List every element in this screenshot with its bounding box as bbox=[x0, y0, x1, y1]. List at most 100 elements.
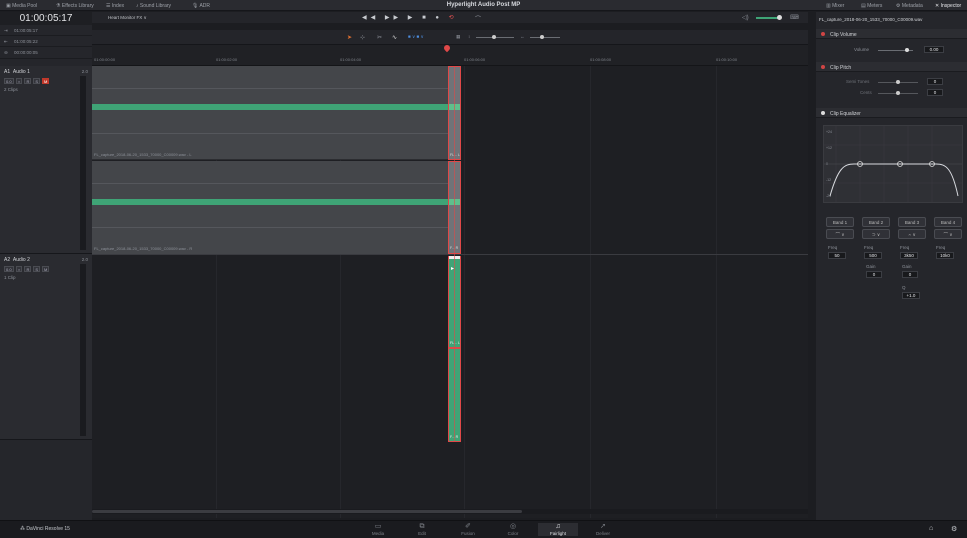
eq-band-2-filter-dropdown[interactable]: ⊃ ∨ bbox=[862, 229, 890, 239]
transport-bar: Heart Monitor FX ∨ ◀◀ ▶▶ ▶ ■ ● ⟲ ⌒ ◁) ⌨ bbox=[92, 12, 808, 23]
track-a1-automation-button[interactable]: ∩ bbox=[15, 78, 23, 84]
clip-equalizer-header[interactable]: Clip Equalizer bbox=[816, 108, 967, 118]
eq-band-2-button[interactable]: Band 2 bbox=[862, 217, 890, 227]
track-a1-solo-button[interactable]: S bbox=[33, 78, 40, 84]
tab-media[interactable]: ▭ Media bbox=[358, 523, 398, 536]
band-3-freq-value[interactable]: 3k50 bbox=[900, 252, 918, 259]
volume-knob[interactable] bbox=[905, 48, 909, 52]
enable-icon[interactable] bbox=[821, 111, 825, 115]
semi-tones-knob[interactable] bbox=[896, 80, 900, 84]
timecode-display: 01:00:05:17 bbox=[0, 12, 92, 25]
band-3-q-value[interactable]: +1.0 bbox=[902, 292, 920, 299]
timeline-area[interactable]: FL_capture_2018-06-20_1533_70000_C00009.… bbox=[92, 66, 808, 518]
band-4-freq-value[interactable]: 10k0 bbox=[936, 252, 954, 259]
band-2-freq-value[interactable]: 500 bbox=[864, 252, 882, 259]
tab-fairlight[interactable]: ♫ Fairlight bbox=[538, 523, 578, 536]
semi-tones-value[interactable]: 0 bbox=[927, 78, 943, 85]
zoom-knob[interactable] bbox=[492, 35, 496, 39]
duration-icon: ⊖ bbox=[4, 50, 8, 55]
track-a2-mute-button[interactable]: M bbox=[42, 266, 50, 272]
band-2-gain-label: Gain bbox=[866, 264, 876, 269]
track-a1-name: A1 Audio 1 bbox=[4, 69, 30, 75]
loop-icon[interactable]: ⟲ bbox=[449, 15, 458, 21]
eq-curve bbox=[824, 126, 962, 202]
range-tool-icon[interactable]: ⊹ bbox=[360, 34, 365, 41]
scrollbar-thumb[interactable] bbox=[92, 510, 522, 513]
cents-value[interactable]: 0 bbox=[927, 89, 943, 96]
track-a1-meter bbox=[80, 76, 86, 250]
band-2-freq-label: Freq bbox=[864, 245, 874, 250]
speaker-icon[interactable]: ◁) bbox=[742, 14, 749, 21]
eq-band-4-button[interactable]: Band 4 bbox=[934, 217, 962, 227]
home-icon[interactable]: ⌂ bbox=[929, 525, 933, 532]
tab-fusion-label: Fusion bbox=[461, 531, 475, 536]
volume-value[interactable]: 0.00 bbox=[924, 46, 944, 53]
eq-band-3-button[interactable]: Band 3 bbox=[898, 217, 926, 227]
enable-icon[interactable] bbox=[821, 32, 825, 36]
track-a2-automation-button[interactable]: ∩ bbox=[15, 266, 23, 272]
monitor-dropdown[interactable]: Heart Monitor FX ∨ bbox=[108, 15, 147, 21]
track-height-slider[interactable] bbox=[530, 37, 560, 38]
eq-band-3-filter-dropdown[interactable]: ⌢ ∨ bbox=[898, 229, 926, 239]
out-icon: ⇤ bbox=[4, 39, 8, 44]
track-header-a2[interactable]: A2 Audio 2 2.0 0.0 ∩ R S M 1 Clip bbox=[0, 254, 92, 440]
zoom-icon[interactable]: ▦ bbox=[456, 34, 460, 40]
volume-label: Volume bbox=[854, 47, 870, 52]
flag-icon[interactable]: ■ ∨ ■ ∨ bbox=[408, 34, 424, 40]
track-a2-volume[interactable]: 0.0 bbox=[4, 266, 14, 272]
eq-graph[interactable]: +24 +12 0 -12 -24 bbox=[823, 125, 963, 203]
timecode-in: 01:00:05:17 bbox=[14, 28, 38, 33]
cents-knob[interactable] bbox=[896, 91, 900, 95]
clip-a1-right-channel[interactable]: FL_capture_2018-06-20_1533_70000_C00009.… bbox=[92, 161, 448, 254]
clip-name: FL_capture_2018-06-20_1533_70000_C00009.… bbox=[94, 152, 192, 157]
track-a2-solo-button[interactable]: S bbox=[33, 266, 40, 272]
selection-tool-icon[interactable]: ➤ bbox=[347, 34, 352, 41]
tab-fusion[interactable]: ✐ Fusion bbox=[448, 523, 488, 536]
volume-knob[interactable] bbox=[777, 15, 782, 20]
track-header-panel: ⇥ 01:00:05:17 ⇤ 01:00:05:22 ⊖ 00:00:00:05 A… bbox=[0, 25, 92, 520]
track-a1-record-button[interactable]: R bbox=[24, 78, 32, 84]
band-3-freq-label: Freq bbox=[900, 245, 910, 250]
settings-icon[interactable]: ⚙ bbox=[951, 525, 957, 533]
eq-band-4-filter-dropdown[interactable]: ⌒ ∨ bbox=[934, 229, 962, 239]
tab-edit[interactable]: ⧉ Edit bbox=[402, 523, 442, 536]
meters-button[interactable]: ▤ Meters bbox=[861, 3, 882, 9]
keyboard-icon[interactable]: ⌨ bbox=[790, 14, 799, 21]
inspector-panel: FL_capture_2018-06-20_1533_70000_C00009.… bbox=[816, 12, 967, 520]
playhead-marker[interactable] bbox=[442, 43, 452, 53]
track-a1-volume[interactable]: 0.0 bbox=[4, 78, 14, 84]
enable-icon[interactable] bbox=[821, 65, 825, 69]
auto-icon[interactable]: ⌒ bbox=[475, 14, 481, 23]
clip-a1-left-channel[interactable]: FL_capture_2018-06-20_1533_70000_C00009.… bbox=[92, 66, 448, 160]
track-header-a1[interactable]: A1 Audio 1 2.0 0.0 ∩ R S M 2 Clips bbox=[0, 66, 92, 254]
snap-icon[interactable]: ∿ bbox=[392, 34, 397, 41]
width-icon[interactable]: ↔ bbox=[520, 34, 525, 39]
inspector-filename: FL_capture_2018-06-20_1533_70000_C00009.… bbox=[819, 17, 923, 22]
tab-media-label: Media bbox=[371, 531, 385, 536]
timeline-ruler[interactable]: 01:00:00:00 01:00:02:00 01:00:04:00 01:0… bbox=[92, 43, 808, 66]
band-1-freq-value[interactable]: 50 bbox=[828, 252, 846, 259]
mixer-button[interactable]: ▥ Mixer bbox=[826, 3, 844, 9]
clip-pitch-header[interactable]: Clip Pitch bbox=[816, 62, 967, 72]
metadata-button[interactable]: ⚙ Metadata bbox=[896, 3, 923, 9]
track-a1-mute-button[interactable]: M bbox=[42, 78, 50, 84]
transport-controls[interactable]: ◀◀ ▶▶ ▶ ■ ● ⟲ bbox=[362, 14, 458, 21]
band-3-gain-value[interactable]: 0 bbox=[902, 271, 918, 278]
deliver-icon: ➚ bbox=[600, 523, 606, 530]
track-height-knob[interactable] bbox=[540, 35, 544, 39]
monitor-volume-slider[interactable] bbox=[756, 17, 778, 19]
clip-volume-header[interactable]: Clip Volume bbox=[816, 29, 967, 39]
inspector-button[interactable]: ✕ Inspector bbox=[935, 3, 961, 9]
tab-color[interactable]: ◎ Color bbox=[493, 523, 533, 536]
zoom-out-icon[interactable]: ↕ bbox=[468, 34, 470, 39]
tab-deliver[interactable]: ➚ Deliver bbox=[583, 523, 623, 536]
track-a2-record-button[interactable]: R bbox=[24, 266, 32, 272]
razor-icon[interactable]: ✂ bbox=[377, 34, 382, 41]
horizontal-scrollbar[interactable] bbox=[92, 509, 808, 514]
eq-band-1-filter-dropdown[interactable]: ⌒ ∨ bbox=[826, 229, 854, 239]
band-2-gain-value[interactable]: 0 bbox=[866, 271, 882, 278]
in-icon: ⇥ bbox=[4, 28, 8, 33]
page-navigation-bar: ⁂ DaVinci Resolve 15 ▭ Media ⧉ Edit ✐ Fusio… bbox=[0, 520, 967, 538]
top-toolbar: ▣ Media Pool ⚗ Effects Library ☰ Index ♪… bbox=[0, 0, 967, 11]
eq-band-1-button[interactable]: Band 1 bbox=[826, 217, 854, 227]
